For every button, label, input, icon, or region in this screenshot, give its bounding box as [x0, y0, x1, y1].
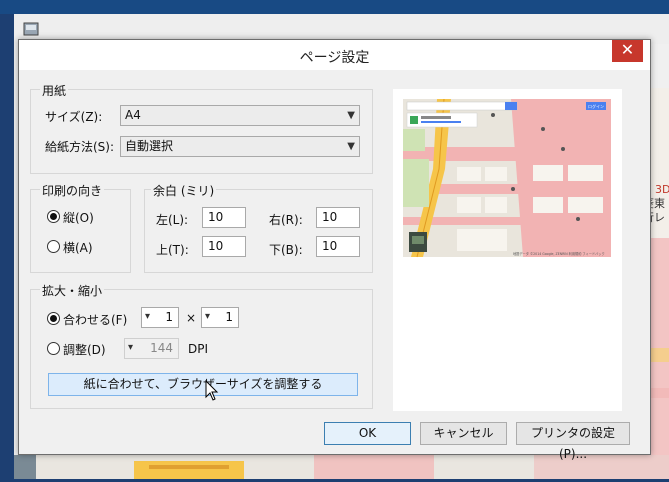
paper-size-value: A4: [125, 108, 141, 122]
paper-source-value: 自動選択: [125, 139, 174, 153]
orientation-group: [30, 189, 131, 273]
preview-map-button: ログイン: [588, 103, 604, 109]
margin-left-label: 左(L):: [156, 213, 189, 227]
portrait-label[interactable]: 縦(O): [63, 209, 94, 226]
fit-pages-tall-spinner[interactable]: ▾ 1: [201, 307, 239, 328]
paper-group: [30, 89, 373, 174]
margin-right-input[interactable]: 10: [316, 207, 360, 228]
fit-radio[interactable]: [47, 312, 60, 325]
close-icon: ✕: [620, 40, 635, 59]
radio-selected-dot: [50, 315, 57, 322]
dialog-title: ページ設定: [299, 50, 370, 66]
fit-pages-wide-spinner[interactable]: ▾ 1: [141, 307, 179, 328]
paper-source-label: 給紙方法(S):: [45, 140, 115, 154]
paper-group-legend: 用紙: [40, 82, 69, 99]
adjust-radio[interactable]: [47, 342, 60, 355]
scaling-group-legend: 拡大・縮小: [40, 282, 105, 299]
adjust-dpi-spinner[interactable]: ▾ 144: [124, 338, 179, 359]
page-setup-dialog: ページ設定 ✕ 用紙 サイズ(Z): A4 ▼ 給紙方法(S): 自動選択 ▼ …: [18, 39, 651, 461]
fit-label[interactable]: 合わせる(F): [63, 311, 127, 328]
dpi-label: DPI: [188, 342, 209, 356]
printer-settings-button[interactable]: プリンタの設定(P)...: [516, 422, 630, 461]
print-preview: ログイン 地図データ ©2014 Google, ZENRIN 利用規約 フィー…: [393, 89, 622, 411]
margins-group-legend: 余白 (ミリ): [151, 182, 217, 199]
preview-map-footer: 地図データ ©2014 Google, ZENRIN 利用規約 フィードバック: [513, 251, 605, 256]
adjust-label[interactable]: 調整(D): [63, 341, 106, 358]
margin-bottom-label: 下(B):: [269, 243, 303, 257]
close-button[interactable]: ✕: [612, 40, 643, 62]
margin-left-input[interactable]: 10: [202, 207, 246, 228]
preview-map: ログイン 地図データ ©2014 Google, ZENRIN 利用規約 フィー…: [403, 98, 611, 258]
paper-source-select[interactable]: 自動選択 ▼: [120, 136, 360, 157]
times-symbol: ×: [186, 311, 197, 325]
margin-bottom-input[interactable]: 10: [316, 236, 360, 257]
margin-right-label: 右(R):: [269, 213, 303, 227]
paper-size-select[interactable]: A4 ▼: [120, 105, 360, 126]
portrait-radio[interactable]: [47, 210, 60, 223]
margins-group: [144, 189, 373, 273]
chevron-down-icon: ▾: [145, 311, 151, 322]
background-window-top: [0, 0, 669, 14]
background-map-label: 3D: [655, 183, 669, 196]
landscape-label[interactable]: 横(A): [63, 239, 93, 256]
margin-top-label: 上(T):: [156, 243, 189, 257]
app-icon: [22, 20, 40, 38]
landscape-radio[interactable]: [47, 240, 60, 253]
fit-browser-size-button[interactable]: 紙に合わせて、ブラウザーサイズを調整する: [48, 373, 358, 396]
chevron-down-icon: ▾: [205, 311, 211, 322]
chevron-down-icon: ▾: [128, 342, 134, 353]
fit-pages-wide-value: 1: [165, 310, 173, 324]
cancel-button[interactable]: キャンセル: [420, 422, 507, 445]
chevron-down-icon: ▼: [347, 110, 355, 121]
chevron-down-icon: ▼: [347, 141, 355, 152]
background-side-strip: [14, 455, 36, 479]
ok-button[interactable]: OK: [324, 422, 411, 445]
radio-selected-dot: [50, 213, 57, 220]
fit-pages-tall-value: 1: [225, 310, 233, 324]
paper-size-label: サイズ(Z):: [45, 110, 103, 124]
mouse-cursor-icon: [205, 379, 219, 402]
adjust-dpi-value: 144: [150, 341, 173, 355]
margin-top-input[interactable]: 10: [202, 236, 246, 257]
orientation-group-legend: 印刷の向き: [40, 182, 105, 199]
